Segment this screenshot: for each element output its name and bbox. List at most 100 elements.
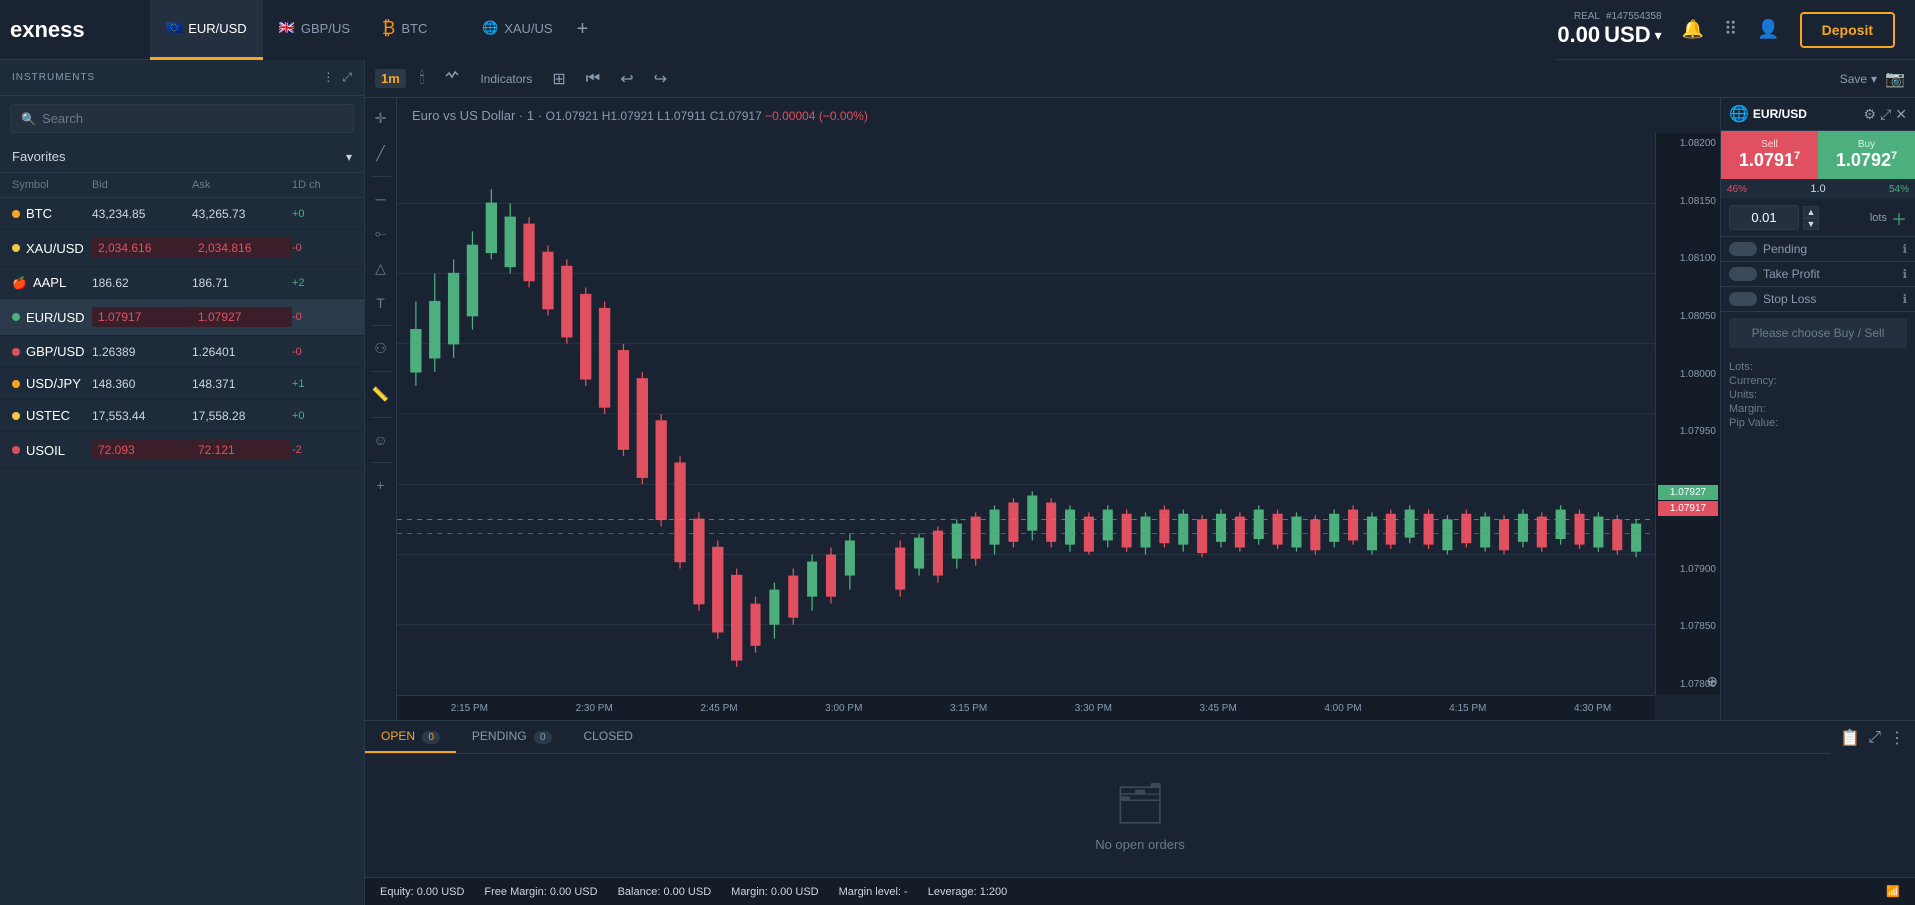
sell-button[interactable]: Sell 1.07917 — [1721, 131, 1818, 179]
fibonacci-tool[interactable]: ⚇ — [370, 336, 391, 361]
ask-ustec: 17,558.28 — [192, 409, 292, 423]
list-item[interactable]: 🍎 AAPL 186.62 186.71 +2 — [0, 267, 364, 299]
more-options-icon[interactable]: ⋮ — [1889, 728, 1905, 748]
tab-closed[interactable]: CLOSED — [568, 721, 649, 753]
pending-label: Pending — [1763, 242, 1896, 256]
tab-pending[interactable]: PENDING 0 — [456, 721, 568, 753]
free-margin-item: Free Margin: 0.00 USD — [484, 886, 597, 898]
chart-canvas[interactable]: Euro vs US Dollar · 1 · O1.07921 H1.0792… — [397, 98, 1720, 720]
app-header: exness 🇪🇺 EUR/USD 🇬🇧 GBP/US ₿ BTC 🌐 XAU/… — [0, 0, 1915, 60]
price-8: 1.07850 — [1656, 621, 1720, 632]
measure-tool[interactable]: 📏 — [368, 382, 393, 407]
tab-eur-usd[interactable]: 🇪🇺 EUR/USD — [150, 0, 263, 60]
logo-text: exness — [10, 17, 85, 42]
lot-decrement-button[interactable]: ▼ — [1803, 218, 1819, 230]
lot-increment-button[interactable]: ▲ — [1803, 206, 1819, 218]
search-input[interactable] — [42, 111, 343, 126]
prev-icon[interactable]: ⏮ — [580, 68, 606, 90]
timeframe-1m[interactable]: 1m — [375, 69, 406, 88]
list-item[interactable]: XAU/USD 2,034.616 2,034.816 -0 — [0, 230, 364, 267]
ohlc-change: −0.00004 (−0.00%) — [765, 109, 868, 123]
tab-open[interactable]: OPEN 0 — [365, 721, 456, 753]
save-label: Save — [1840, 72, 1867, 86]
list-item[interactable]: GBP/USD 1.26389 1.26401 -0 — [0, 336, 364, 368]
add-lot-icon[interactable]: ＋ — [1891, 206, 1907, 230]
add-tab-button[interactable]: + — [569, 18, 597, 41]
stop-loss-info-icon[interactable]: ℹ — [1902, 292, 1907, 306]
zoom-reset-icon[interactable]: ⊕ — [1706, 673, 1718, 690]
indicators-button[interactable] — [438, 66, 466, 91]
panel-flag-icon: 🌐 — [1729, 104, 1749, 124]
instruments-sidebar: INSTRUMENTS ⋮ ⤢ 🔍 Favorites ▾ Symbol Bid… — [0, 60, 365, 905]
emoji-tool[interactable]: ☺ — [369, 428, 391, 452]
list-item[interactable]: USOIL 72.093 72.121 -2 — [0, 432, 364, 469]
search-box[interactable]: 🔍 — [10, 104, 354, 133]
gann-tool[interactable]: ⟜ — [371, 221, 390, 246]
list-item[interactable]: USD/JPY 148.360 148.371 +1 — [0, 368, 364, 400]
bid-usoil: 72.093 — [92, 440, 192, 460]
tab-open-badge: 0 — [422, 731, 440, 744]
panel-close-icon[interactable]: ✕ — [1895, 106, 1907, 123]
grid-icon[interactable]: ⠿ — [1724, 19, 1737, 40]
trendline-tool[interactable]: ╱ — [372, 141, 388, 166]
horizontal-tool[interactable]: ─ — [372, 187, 390, 211]
pending-info-icon[interactable]: ℹ — [1902, 242, 1907, 256]
buy-price-bold: 92 — [1871, 150, 1891, 170]
lot-unit: lots — [1823, 212, 1887, 224]
equity-value: 0.00 USD — [417, 886, 465, 898]
save-button[interactable]: Save ▾ — [1840, 72, 1877, 86]
redo-icon[interactable]: ↪ — [648, 67, 673, 91]
pending-toggle[interactable] — [1729, 242, 1757, 256]
filter-icon[interactable]: ⚙ — [1864, 106, 1877, 123]
list-item[interactable]: USTEC 17,553.44 17,558.28 +0 — [0, 400, 364, 432]
instrument-name-eurusd: EUR/USD — [12, 310, 92, 325]
take-profit-toggle[interactable] — [1729, 267, 1757, 281]
search-icon: 🔍 — [21, 112, 36, 126]
dot-usdjpy — [12, 380, 20, 388]
stop-loss-toggle[interactable] — [1729, 292, 1757, 306]
tab-flag-btc: ₿ — [382, 18, 395, 39]
layout-icon[interactable]: ⊞ — [546, 67, 571, 91]
symbol-btc: BTC — [26, 206, 52, 221]
symbol-ustec: USTEC — [26, 408, 70, 423]
balance-dropdown-icon[interactable]: ▾ — [1655, 27, 1662, 44]
panel-expand-icon[interactable]: ⤢ — [1880, 106, 1891, 123]
account-icon[interactable]: 👤 — [1757, 19, 1779, 40]
ask-aapl: 186.71 — [192, 276, 292, 290]
buy-button[interactable]: Buy 1.07927 — [1818, 131, 1915, 179]
tool-separator-5 — [371, 462, 391, 463]
time-label-7: 4:00 PM — [1281, 703, 1406, 714]
time-label-3: 3:00 PM — [781, 703, 906, 714]
take-profit-info-icon[interactable]: ℹ — [1902, 267, 1907, 281]
indicators-label[interactable]: Indicators — [474, 70, 538, 88]
ohlc-open: 1.07921 — [555, 109, 598, 123]
candle-type-icon[interactable]: 🕯 — [414, 68, 431, 90]
more-tools[interactable]: + — [372, 473, 388, 497]
text-tool[interactable]: T — [372, 291, 389, 315]
shapes-tool[interactable]: △ — [371, 256, 390, 281]
tab-xau-usd[interactable]: 🌐 XAU/US — [466, 0, 569, 60]
deposit-button[interactable]: Deposit — [1800, 12, 1895, 48]
favorites-dropdown[interactable]: Favorites ▾ — [0, 141, 364, 173]
alarm-icon[interactable]: 🔔 — [1682, 19, 1704, 40]
undo-icon[interactable]: ↩ — [614, 67, 639, 91]
screenshot-icon[interactable]: 📷 — [1885, 69, 1905, 89]
instrument-name-xau: XAU/USD — [12, 241, 92, 256]
lot-input[interactable] — [1729, 205, 1799, 230]
dot-eurusd — [12, 313, 20, 321]
spread-value: 1.0 — [1810, 183, 1825, 195]
list-item[interactable]: BTC 43,234.85 43,265.73 +0 — [0, 198, 364, 230]
sidebar-expand-icon[interactable]: ⤢ — [342, 70, 352, 85]
chart-trading-row: ✛ ╱ ─ ⟜ △ T ⚇ 📏 ☺ + Euro vs US D — [365, 98, 1915, 720]
tab-btc[interactable]: ₿ BTC — [366, 0, 466, 60]
buy-price-main: 1.07 — [1836, 150, 1871, 170]
sidebar-options-icon[interactable]: ⋮ — [322, 70, 334, 85]
crosshair-tool[interactable]: ✛ — [371, 106, 391, 131]
trade-info-currency: Currency: — [1729, 374, 1907, 388]
orders-icon[interactable]: 📋 — [1840, 728, 1860, 748]
bottom-tabs: OPEN 0 PENDING 0 CLOSED — [365, 721, 1830, 754]
resize-icon[interactable]: ⤢ — [1868, 729, 1881, 747]
sell-price: 1.07917 — [1729, 150, 1810, 171]
list-item[interactable]: EUR/USD 1.07917 1.07927 -0 — [0, 299, 364, 336]
tab-gbp-usd[interactable]: 🇬🇧 GBP/US — [263, 0, 366, 60]
